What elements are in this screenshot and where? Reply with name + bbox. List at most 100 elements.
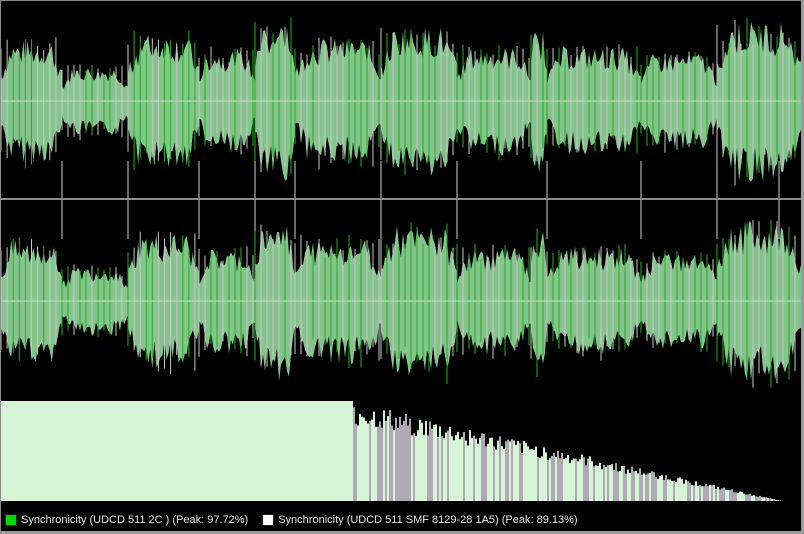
spectrum-bar bbox=[641, 474, 643, 501]
spectrum-bar bbox=[751, 495, 753, 501]
spectrum-bar bbox=[315, 401, 317, 501]
spectrum-bar bbox=[277, 401, 279, 501]
spectrum-bar bbox=[95, 401, 97, 501]
spectrum-bar bbox=[595, 465, 597, 501]
spectrum-bar bbox=[651, 471, 653, 501]
spectrum-bar bbox=[611, 464, 613, 501]
spectrum-bar bbox=[731, 489, 733, 501]
spectrum-bar bbox=[471, 438, 473, 501]
spectrum-bar bbox=[99, 401, 101, 501]
spectrum-bar bbox=[609, 465, 611, 501]
spectrum-bar bbox=[93, 401, 95, 501]
spectrum-bar bbox=[107, 401, 109, 501]
spectrum-bar bbox=[705, 484, 707, 501]
spectrum-bar bbox=[291, 401, 293, 501]
spectrum-bar bbox=[67, 401, 69, 501]
spectrum-bar bbox=[521, 453, 523, 501]
spectrum-bar bbox=[323, 401, 325, 501]
spectrum-bar bbox=[137, 401, 139, 501]
spectrum-bar bbox=[211, 401, 213, 501]
spectrum-bar bbox=[429, 421, 431, 501]
spectrum-bar bbox=[269, 401, 271, 501]
spectrum-bar bbox=[419, 419, 421, 501]
spectrum-bar bbox=[451, 436, 453, 501]
spectrum-bar bbox=[561, 453, 563, 501]
spectrum-bar bbox=[449, 426, 451, 501]
spectrum-bar bbox=[227, 401, 229, 501]
spectrum-bar bbox=[5, 401, 7, 501]
spectrum-bar bbox=[755, 496, 757, 501]
spectrum-bar bbox=[517, 440, 519, 501]
spectrum-bar bbox=[457, 431, 459, 501]
spectrum-bar bbox=[643, 473, 645, 501]
spectrum-bar bbox=[443, 438, 445, 501]
spectrum-bar bbox=[553, 453, 555, 501]
spectrum-bar bbox=[281, 401, 283, 501]
spectrum-bar bbox=[767, 498, 769, 501]
spectrum-bar bbox=[381, 427, 383, 501]
spectrum-bar bbox=[63, 401, 65, 501]
spectrum-bar bbox=[659, 475, 661, 501]
spectrum-bar bbox=[57, 401, 59, 501]
spectrum-bar bbox=[285, 401, 287, 501]
spectrum-bar bbox=[321, 401, 323, 501]
spectrum-bar bbox=[719, 489, 721, 501]
spectrum-bar bbox=[519, 443, 521, 501]
spectrum-bar bbox=[725, 489, 727, 501]
spectrum-bar bbox=[117, 401, 119, 501]
spectrum-bar bbox=[187, 401, 189, 501]
waveform-channel-1 bbox=[1, 17, 801, 239]
spectrum-bar bbox=[577, 461, 579, 501]
spectrum-bar bbox=[685, 479, 687, 501]
spectrum-bar bbox=[599, 463, 601, 501]
spectrum-bar bbox=[329, 401, 331, 501]
spectrum-bar bbox=[627, 469, 629, 501]
spectrum-bar bbox=[597, 466, 599, 501]
spectrum-bar bbox=[715, 488, 717, 501]
spectrum-bar bbox=[247, 401, 249, 501]
spectrum-bar bbox=[23, 401, 25, 501]
spectrum-bar bbox=[699, 485, 701, 501]
spectrum-bar bbox=[61, 401, 63, 501]
spectrum-bar bbox=[77, 401, 79, 501]
spectrum-bar bbox=[255, 401, 257, 501]
spectrum-bar bbox=[555, 456, 557, 501]
spectrum-bar bbox=[691, 485, 693, 501]
spectrum-bar bbox=[469, 430, 471, 501]
spectrum-bar bbox=[231, 401, 233, 501]
spectrum-bar bbox=[331, 401, 333, 501]
spectrum-bar bbox=[395, 417, 397, 501]
spectrum-bar bbox=[357, 425, 359, 501]
spectrum-bar bbox=[209, 401, 211, 501]
legend-label-track-2: Synchronicity (UDCD 511 SMF 8129-28 1A5)… bbox=[278, 514, 578, 526]
spectrum-bar bbox=[311, 401, 313, 501]
spectrum-bar bbox=[433, 425, 435, 501]
spectrum-bar bbox=[535, 446, 537, 501]
spectrum-bar bbox=[391, 425, 393, 501]
spectrum-bar bbox=[493, 446, 495, 501]
spectrum-bar bbox=[121, 401, 123, 501]
channel-2-segment-9 bbox=[531, 232, 547, 364]
spectrum-bar bbox=[267, 401, 269, 501]
spectrum-bar bbox=[543, 447, 545, 501]
spectrum-bar bbox=[661, 474, 663, 501]
spectrum-bar bbox=[581, 454, 583, 501]
spectrum-bar bbox=[747, 494, 749, 501]
channel-2-segment-2 bbox=[62, 267, 128, 337]
spectrum-bar bbox=[379, 421, 381, 501]
spectrum-bar bbox=[303, 401, 305, 501]
spectrum-bar bbox=[171, 401, 173, 501]
spectrum-bar bbox=[9, 401, 11, 501]
spectrum-bar bbox=[585, 465, 587, 501]
spectrum-bar bbox=[217, 401, 219, 501]
spectrum-bar bbox=[239, 401, 241, 501]
spectrum-bar bbox=[213, 401, 215, 501]
spectrum-bar bbox=[25, 401, 27, 501]
spectrum-bar bbox=[15, 401, 17, 501]
spectrum-bar bbox=[583, 457, 585, 501]
spectrum-bar bbox=[261, 401, 263, 501]
legend-entry-track-1: Synchronicity (UDCD 511 2C ) (Peak: 97.7… bbox=[5, 514, 248, 526]
spectrum-bar bbox=[355, 423, 357, 501]
spectrum-bar bbox=[147, 401, 149, 501]
spectrum-bar bbox=[427, 435, 429, 501]
